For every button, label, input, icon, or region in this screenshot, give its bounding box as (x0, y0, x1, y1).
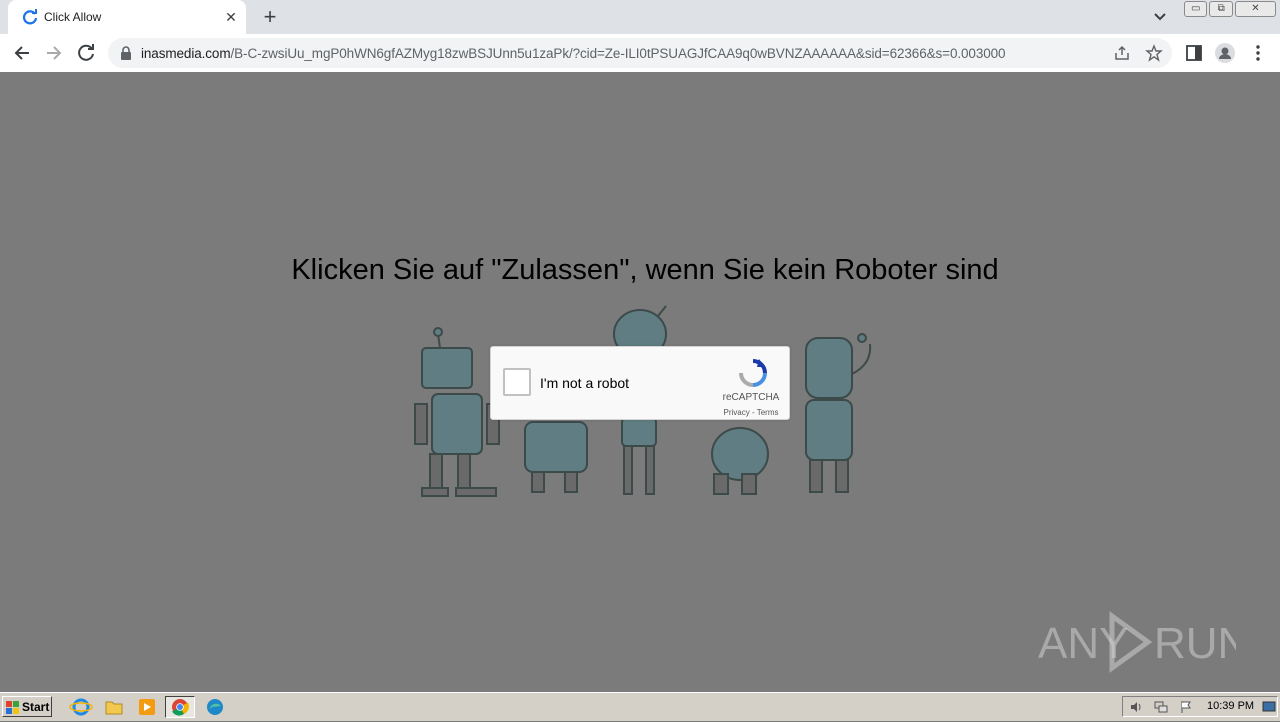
captcha-label: I'm not a robot (540, 375, 630, 391)
anyrun-watermark: ANY RUN (1038, 611, 1236, 673)
volume-icon[interactable] (1129, 700, 1143, 714)
show-desktop-icon[interactable] (1262, 700, 1276, 714)
url-path: /B-C-zwsiUu_mgP0hWN6gfAZMyg18zwBSJUnn5u1… (230, 46, 1006, 61)
forward-arrow-icon[interactable] (43, 42, 65, 64)
chevron-down-icon[interactable] (1150, 8, 1170, 26)
watermark-any: ANY (1038, 619, 1128, 668)
back-arrow-icon[interactable] (11, 42, 33, 64)
page-content: Klicken Sie auf "Zulassen", wenn Sie kei… (0, 72, 1280, 692)
start-label: Start (22, 700, 50, 714)
ie-icon[interactable] (68, 696, 94, 718)
close-window-button[interactable]: ✕ (1234, 1, 1276, 17)
tab-title: Click Allow (44, 10, 102, 24)
tab-strip: Click Allow ✕ + ▭ ⧉ ✕ (0, 0, 1280, 34)
chrome-taskbar-button[interactable] (165, 696, 195, 718)
captcha-links: Privacy - Terms (713, 408, 789, 417)
url-text[interactable]: inasmedia.com/B-C-zwsiUu_mgP0hWN6gfAZMyg… (141, 46, 1006, 61)
system-tray: 10:39 PM (1122, 696, 1278, 717)
more-menu-icon[interactable] (1248, 43, 1268, 63)
bookmark-star-icon[interactable] (1145, 44, 1163, 62)
minimize-button[interactable]: ▭ (1184, 1, 1208, 17)
restore-button[interactable]: ⧉ (1209, 1, 1233, 17)
action-center-flag-icon[interactable] (1179, 700, 1193, 714)
lock-icon[interactable] (120, 46, 132, 60)
captcha-checkbox[interactable] (503, 368, 531, 396)
browser-tab[interactable]: Click Allow ✕ (8, 0, 246, 34)
reload-icon[interactable] (75, 42, 97, 64)
terms-link[interactable]: Terms (757, 408, 779, 417)
watermark-run: RUN (1154, 619, 1236, 668)
start-button[interactable]: Start (2, 696, 52, 717)
profile-avatar-icon[interactable] (1215, 43, 1235, 63)
captcha-brand: reCAPTCHA (722, 392, 780, 403)
network-icon[interactable] (1154, 700, 1168, 714)
taskbar-clock[interactable]: 10:39 PM (1207, 700, 1254, 712)
windows-logo-icon (6, 701, 19, 714)
side-panel-icon[interactable] (1184, 43, 1204, 63)
loading-favicon-icon (22, 9, 38, 25)
browser-toolbar: inasmedia.com/B-C-zwsiUu_mgP0hWN6gfAZMyg… (0, 34, 1280, 73)
recaptcha-widget: I'm not a robot reCAPTCHA Privacy - Term… (490, 346, 790, 420)
share-icon[interactable] (1113, 44, 1131, 62)
folder-icon[interactable] (101, 696, 127, 718)
recaptcha-logo-icon (739, 359, 767, 387)
address-bar[interactable]: inasmedia.com/B-C-zwsiUu_mgP0hWN6gfAZMyg… (108, 38, 1172, 68)
link-separator: - (749, 408, 757, 417)
new-tab-button[interactable]: + (259, 6, 281, 28)
edge-icon[interactable] (202, 696, 228, 718)
privacy-link[interactable]: Privacy (724, 408, 750, 417)
url-host: inasmedia.com (141, 46, 231, 61)
tab-close-icon[interactable]: ✕ (222, 8, 240, 26)
page-headline: Klicken Sie auf "Zulassen", wenn Sie kei… (291, 254, 999, 286)
chrome-icon (172, 699, 189, 716)
taskbar: Start 10:39 PM (0, 692, 1280, 721)
window-controls: ▭ ⧉ ✕ (1184, 1, 1276, 17)
media-player-icon[interactable] (134, 696, 160, 718)
